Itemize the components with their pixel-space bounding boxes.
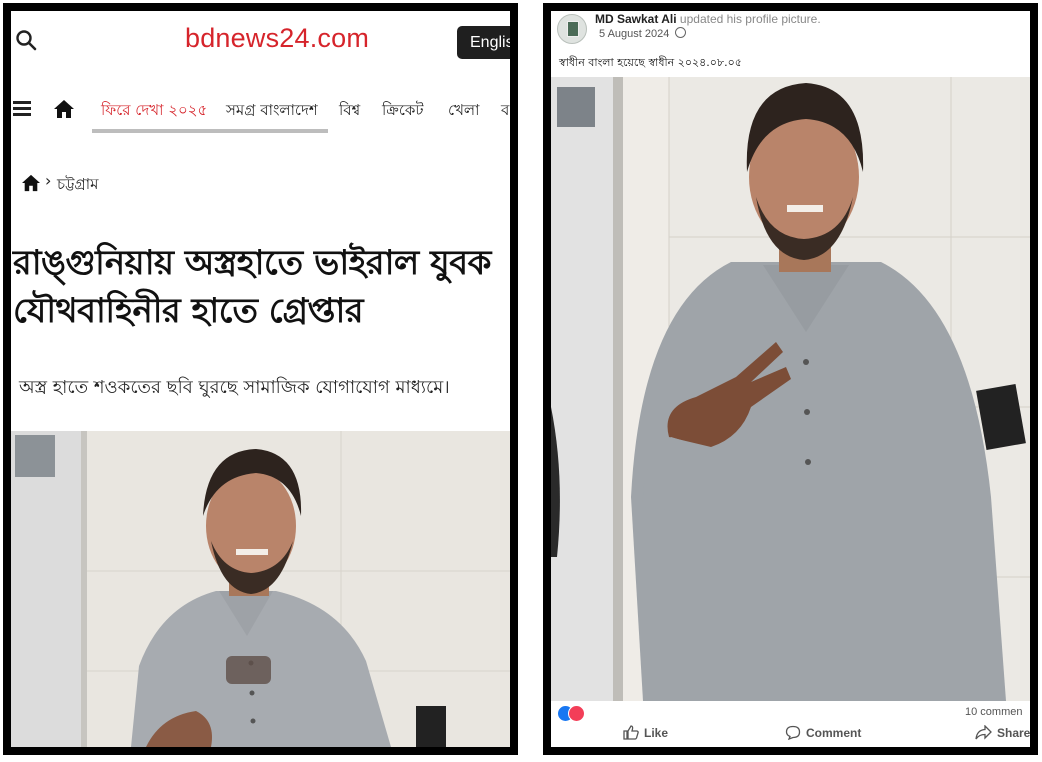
post-date[interactable]: 5 August 2024 (599, 28, 669, 40)
article-photo (11, 431, 510, 747)
comment-button[interactable]: Comment (785, 725, 862, 741)
nav-item-bangladesh[interactable]: সমগ্র বাংলাদেশ (226, 99, 318, 124)
headline-line-2: যৌথবাহিনীর হাতে গ্রেপ্তার (13, 291, 364, 331)
globe-icon (675, 27, 687, 38)
news-page: bdnews24.com English ফিরে দেখা ২০২৫ সমগ্… (11, 11, 510, 747)
site-header: bdnews24.com English (11, 11, 510, 71)
breadcrumb-separator-icon: › (45, 171, 52, 190)
reaction-icons[interactable] (557, 705, 597, 722)
love-reaction-icon (568, 705, 585, 722)
article-headline: রাঙ্গুনিয়ায় অস্ত্রহাতে ভাইরাল যুবক যৌথ… (13, 239, 510, 335)
like-label: Like (644, 726, 669, 740)
comment-icon (785, 725, 801, 741)
home-icon[interactable] (53, 99, 75, 119)
author-action: updated his profile picture. (679, 12, 821, 26)
share-button[interactable]: Share (975, 724, 1030, 740)
post-caption: স্বাধীন বাংলা হয়েছে স্বাধীন ২০২৪.০৮.০৫ (559, 56, 742, 69)
thumbs-up-icon (623, 725, 639, 740)
breadcrumb-section[interactable]: চট্টগ্রাম (57, 173, 98, 198)
post-action-bar: Like Comment Share (551, 723, 1030, 747)
post-photo[interactable] (551, 77, 1030, 701)
post-header: MD Sawkat Ali updated his profile pictur… (551, 11, 1030, 77)
nav-active-underline (92, 129, 328, 133)
site-logo[interactable]: bdnews24.com (185, 23, 369, 54)
avatar[interactable] (557, 14, 587, 44)
social-post: MD Sawkat Ali updated his profile pictur… (551, 11, 1030, 747)
share-icon (975, 724, 992, 740)
headline-line-1: রাঙ্গুনিয়ায় অস্ত্রহাতে ভাইরাল যুবক (13, 243, 491, 283)
comment-count[interactable]: 10 commen (965, 706, 1022, 718)
like-button[interactable]: Like (623, 725, 668, 740)
main-nav: ফিরে দেখা ২০২৫ সমগ্র বাংলাদেশ বিশ্ব ক্রি… (11, 79, 510, 137)
nav-item-truncated[interactable]: ব (501, 99, 509, 124)
news-screenshot-panel: bdnews24.com English ফিরে দেখা ২০২৫ সমগ্… (3, 3, 518, 755)
breadcrumb-home-icon[interactable] (21, 174, 41, 192)
share-label: Share (997, 726, 1030, 740)
language-button[interactable]: English (457, 26, 510, 59)
menu-icon[interactable] (13, 101, 31, 117)
social-screenshot-panel: MD Sawkat Ali updated his profile pictur… (543, 3, 1038, 755)
nav-item-cricket[interactable]: ক্রিকেট (382, 99, 424, 124)
nav-item-sports[interactable]: খেলা (448, 99, 479, 124)
comment-label: Comment (806, 726, 862, 740)
post-author-line: MD Sawkat Ali updated his profile pictur… (595, 12, 821, 26)
article-subheadline: অস্ত্র হাতে শওকতের ছবি ঘুরছে সামাজিক যোগ… (19, 377, 450, 398)
nav-item-world[interactable]: বিশ্ব (339, 99, 360, 124)
post-date-line: 5 August 2024 (599, 27, 687, 40)
nav-item-phire-dekha[interactable]: ফিরে দেখা ২০২৫ (101, 99, 207, 124)
author-name[interactable]: MD Sawkat Ali (595, 12, 677, 26)
search-icon[interactable] (15, 29, 37, 51)
